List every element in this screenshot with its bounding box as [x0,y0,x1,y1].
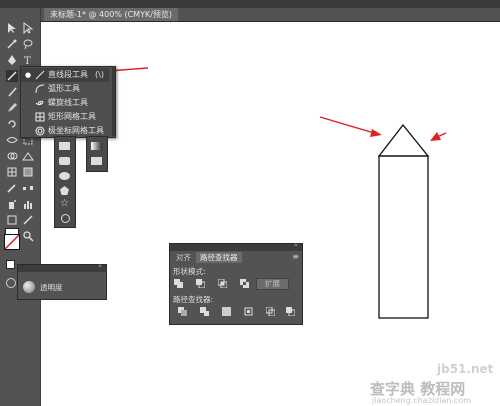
watermark-url: jiaocheng.chazidian.com [372,396,472,405]
flyout-tearoff-strip[interactable] [112,66,115,136]
mesh-icon[interactable] [6,166,18,178]
draw-mode-icon[interactable] [6,278,16,288]
blend-icon[interactable] [22,182,34,194]
spiral-icon [35,100,44,106]
expand-button[interactable]: 扩展 [256,278,289,290]
pathfinders-label: 路径查找器: [173,295,214,304]
polar-grid-icon [35,126,45,136]
unite-icon[interactable] [174,279,183,288]
flyout-item-label: 弧形工具 [48,84,80,93]
stroke-swatch[interactable] [4,234,20,250]
symbol-sprayer-icon[interactable] [6,198,18,210]
color-mode-icon[interactable] [6,260,15,269]
line-segment-icon [35,70,45,80]
intersect-icon[interactable] [218,279,227,288]
selection-icon[interactable] [6,22,18,34]
pencil-shape[interactable] [377,123,430,319]
pen-icon[interactable] [6,54,18,66]
rounded-rectangle-icon[interactable] [59,157,70,165]
shape-tools-strip: ☆ [54,136,76,228]
annotation-arrow-shape-left [319,116,382,137]
artboard-icon[interactable] [6,214,18,226]
line-segment-icon[interactable] [6,70,18,82]
panel-header[interactable]: « [18,262,106,272]
arc-icon [35,84,45,94]
crop-icon[interactable] [244,307,253,316]
outline-icon[interactable] [266,307,275,316]
polygon-icon[interactable] [60,186,69,195]
gradient-tools-strip [86,136,108,172]
ellipse-icon[interactable] [59,172,70,180]
magic-wand-icon[interactable] [6,38,18,50]
flyout-item-line-segment[interactable]: ● 直线段工具 (\) [21,68,109,82]
perspective-grid-icon[interactable] [22,150,34,162]
rotate-icon[interactable] [6,118,18,130]
line-tools-flyout: ● 直线段工具 (\) 弧形工具 螺旋线工具 矩形网格工具 极坐标网格工具 [20,66,116,138]
annotation-arrow-shape-right [430,132,447,141]
flyout-item-label: 直线段工具 [48,70,88,79]
collapse-icon[interactable]: « [98,262,102,270]
flyout-item-spiral[interactable]: 螺旋线工具 [21,96,109,110]
zoom-icon[interactable] [22,230,34,242]
svg-text:T: T [24,56,31,66]
blob-brush-icon[interactable] [6,102,18,114]
flyout-item-label: 矩形网格工具 [48,112,96,121]
selected-bullet-icon: ● [25,71,32,79]
tab-pathfinder[interactable]: 路径查找器 [196,252,242,263]
shape-builder-icon[interactable] [6,150,18,162]
gradient-icon[interactable] [22,166,34,178]
type-icon[interactable]: T [22,54,34,66]
flyout-item-label: 螺旋线工具 [48,98,88,107]
panel-header[interactable]: « [170,241,302,251]
divide-icon[interactable] [178,307,187,316]
eyedropper-icon[interactable] [6,182,18,194]
star-icon[interactable]: ☆ [60,199,70,209]
rectangle-icon[interactable] [59,142,70,150]
column-graph-icon[interactable] [22,198,34,210]
flyout-shortcut: (\) [95,70,104,79]
width-icon[interactable] [6,134,18,146]
trim-icon[interactable] [200,307,209,316]
merge-icon[interactable] [222,307,231,316]
pathfinder-panel: « 对齐 路径查找器 ≡ 形状模式: 扩展 路径查找器: [169,241,303,325]
mesh-icon[interactable] [91,157,102,165]
lasso-icon[interactable] [22,38,34,50]
minus-front-icon[interactable] [196,279,205,288]
minus-back-icon[interactable] [286,307,295,316]
rectangular-grid-icon [35,112,45,122]
transparency-icon[interactable] [23,281,35,293]
exclude-icon[interactable] [240,279,249,288]
panel-menu-icon[interactable]: ≡ [292,252,299,261]
tab-align[interactable]: 对齐 [172,252,195,263]
direct-selection-icon[interactable] [22,22,34,34]
transparency-label[interactable]: 透明度 [40,282,63,293]
flare-icon[interactable] [61,214,70,223]
shape-modes-label: 形状模式: [173,267,206,276]
collapse-icon[interactable]: « [294,241,298,249]
slice-icon[interactable] [22,214,34,226]
flyout-item-rectangular-grid[interactable]: 矩形网格工具 [21,110,109,124]
transparency-panel: « 透明度 [17,262,107,300]
watermark-site: jb51.net [437,362,494,376]
gradient-icon[interactable] [91,142,102,150]
flyout-item-arc[interactable]: 弧形工具 [21,82,109,96]
paintbrush-icon[interactable] [6,86,18,98]
